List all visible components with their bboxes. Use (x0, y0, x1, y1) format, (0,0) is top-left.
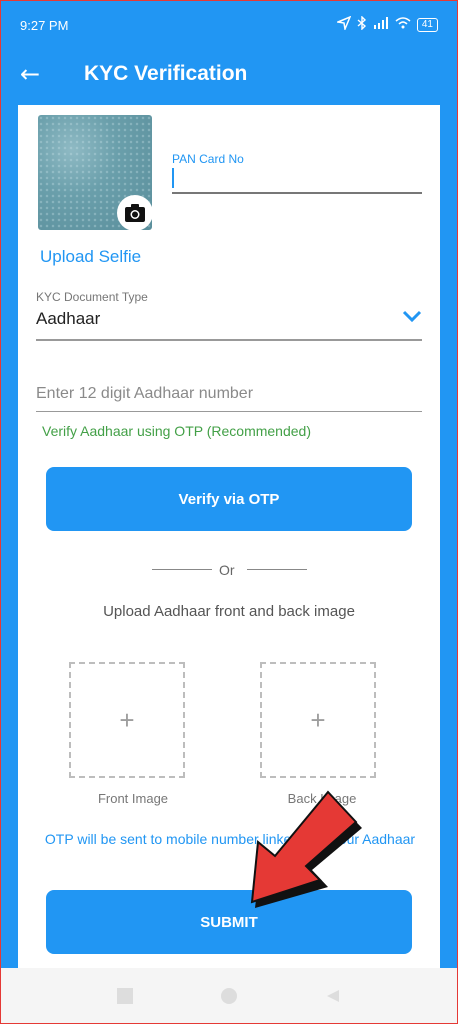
verify-via-otp-button[interactable]: Verify via OTP (46, 467, 412, 531)
front-image-label: Front Image (97, 791, 169, 806)
front-image-upload[interactable]: + (69, 662, 185, 778)
upload-instruction: Upload Aadhaar front and back image (103, 603, 355, 620)
home-icon[interactable] (221, 988, 237, 1004)
status-icons: 41 (335, 15, 438, 34)
kyc-document-type-select[interactable]: Aadhaar (36, 307, 422, 341)
annotation-arrow (250, 790, 362, 908)
kyc-document-type-label: KYC Document Type (36, 290, 148, 304)
chevron-down-icon (402, 309, 422, 328)
verify-otp-recommendation: Verify Aadhaar using OTP (Recommended) (42, 423, 311, 439)
divider-left (152, 569, 212, 570)
camera-icon[interactable] (117, 195, 153, 231)
plus-icon: + (119, 704, 135, 735)
wifi-icon (395, 17, 411, 33)
back-arrow-icon[interactable]: ← (20, 60, 40, 88)
system-nav-bar (0, 968, 458, 1024)
plus-icon: + (310, 704, 326, 735)
back-nav-icon[interactable] (325, 988, 341, 1004)
back-image-upload[interactable]: + (260, 662, 376, 778)
location-icon (335, 15, 352, 34)
divider-right (247, 569, 307, 570)
upload-selfie-link[interactable]: Upload Selfie (40, 247, 141, 267)
page-title: KYC Verification (84, 62, 248, 85)
recent-apps-icon[interactable] (117, 988, 133, 1004)
or-separator: Or (219, 562, 235, 578)
bluetooth-icon (357, 15, 367, 34)
status-time: 9:27 PM (20, 18, 69, 33)
pan-card-label: PAN Card No (172, 152, 244, 166)
pan-card-input[interactable] (172, 168, 422, 194)
text-cursor (172, 168, 174, 188)
kyc-document-type-value: Aadhaar (36, 309, 101, 328)
status-bar: 9:27 PM 41 (0, 0, 458, 52)
battery-icon: 41 (416, 18, 438, 32)
aadhaar-number-input[interactable] (36, 377, 422, 412)
app-bar: ← KYC Verification (0, 52, 458, 98)
signal-icon (373, 17, 389, 33)
